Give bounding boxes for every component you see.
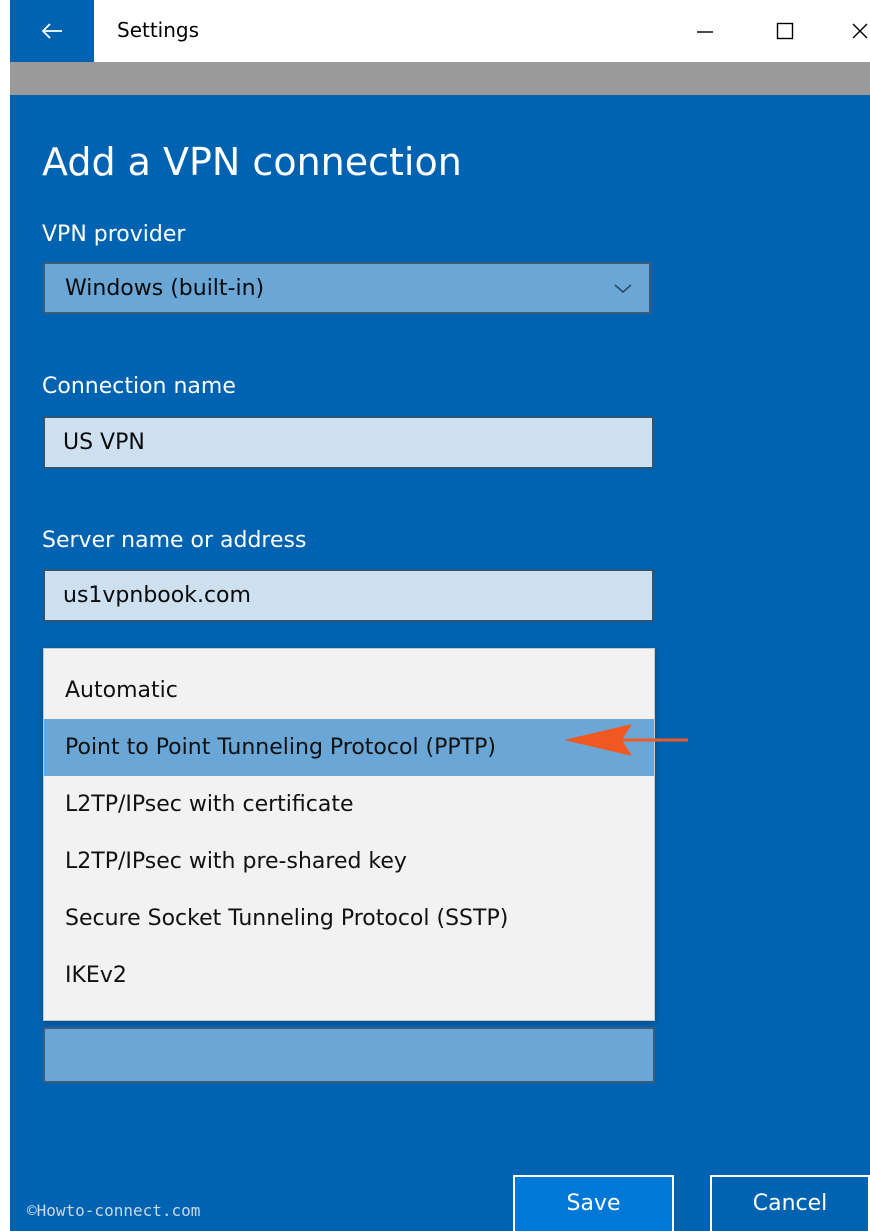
vpn-type-option-l2tp-psk[interactable]: L2TP/IPsec with pre-shared key <box>44 833 654 890</box>
vpn-type-option-l2tp-certificate[interactable]: L2TP/IPsec with certificate <box>44 776 654 833</box>
vpn-settings-panel: Add a VPN connection VPN provider Window… <box>10 95 870 1231</box>
maximize-button[interactable] <box>755 0 815 62</box>
vpn-provider-value: Windows (built-in) <box>65 276 265 301</box>
title-strip <box>10 62 870 95</box>
title-bar: Settings <box>0 0 870 62</box>
vpn-type-option-sstp[interactable]: Secure Socket Tunneling Protocol (SSTP) <box>44 890 654 947</box>
close-button[interactable] <box>830 0 870 62</box>
connection-name-label: Connection name <box>42 374 236 399</box>
window-title: Settings <box>117 18 200 42</box>
server-address-label: Server name or address <box>42 528 307 553</box>
close-icon <box>852 23 868 39</box>
chevron-down-icon <box>614 284 632 294</box>
vpn-type-dropdown-list: Automatic Point to Point Tunneling Proto… <box>43 648 655 1021</box>
vpn-type-option-ikev2[interactable]: IKEv2 <box>44 947 654 1004</box>
connection-name-input[interactable]: US VPN <box>43 416 654 469</box>
watermark: ©Howto-connect.com <box>27 1201 201 1220</box>
connection-name-value: US VPN <box>63 430 145 455</box>
save-button[interactable]: Save <box>513 1175 674 1231</box>
minimize-icon <box>697 31 713 33</box>
sign-in-info-select[interactable] <box>43 1027 655 1083</box>
server-address-value: us1vpnbook.com <box>63 583 251 608</box>
page-title: Add a VPN connection <box>42 140 462 184</box>
vpn-provider-label: VPN provider <box>42 222 186 247</box>
arrow-left-icon <box>41 23 62 39</box>
vpn-type-option-automatic[interactable]: Automatic <box>44 662 654 719</box>
cancel-button[interactable]: Cancel <box>710 1175 870 1231</box>
back-button[interactable] <box>10 0 94 62</box>
vpn-provider-select[interactable]: Windows (built-in) <box>43 262 651 314</box>
maximize-icon <box>776 22 794 40</box>
settings-window: Settings Add a VPN connection VPN provid… <box>0 0 870 1231</box>
annotation-arrow-icon <box>564 724 688 756</box>
server-address-input[interactable]: us1vpnbook.com <box>43 569 654 622</box>
minimize-button[interactable] <box>675 0 735 62</box>
